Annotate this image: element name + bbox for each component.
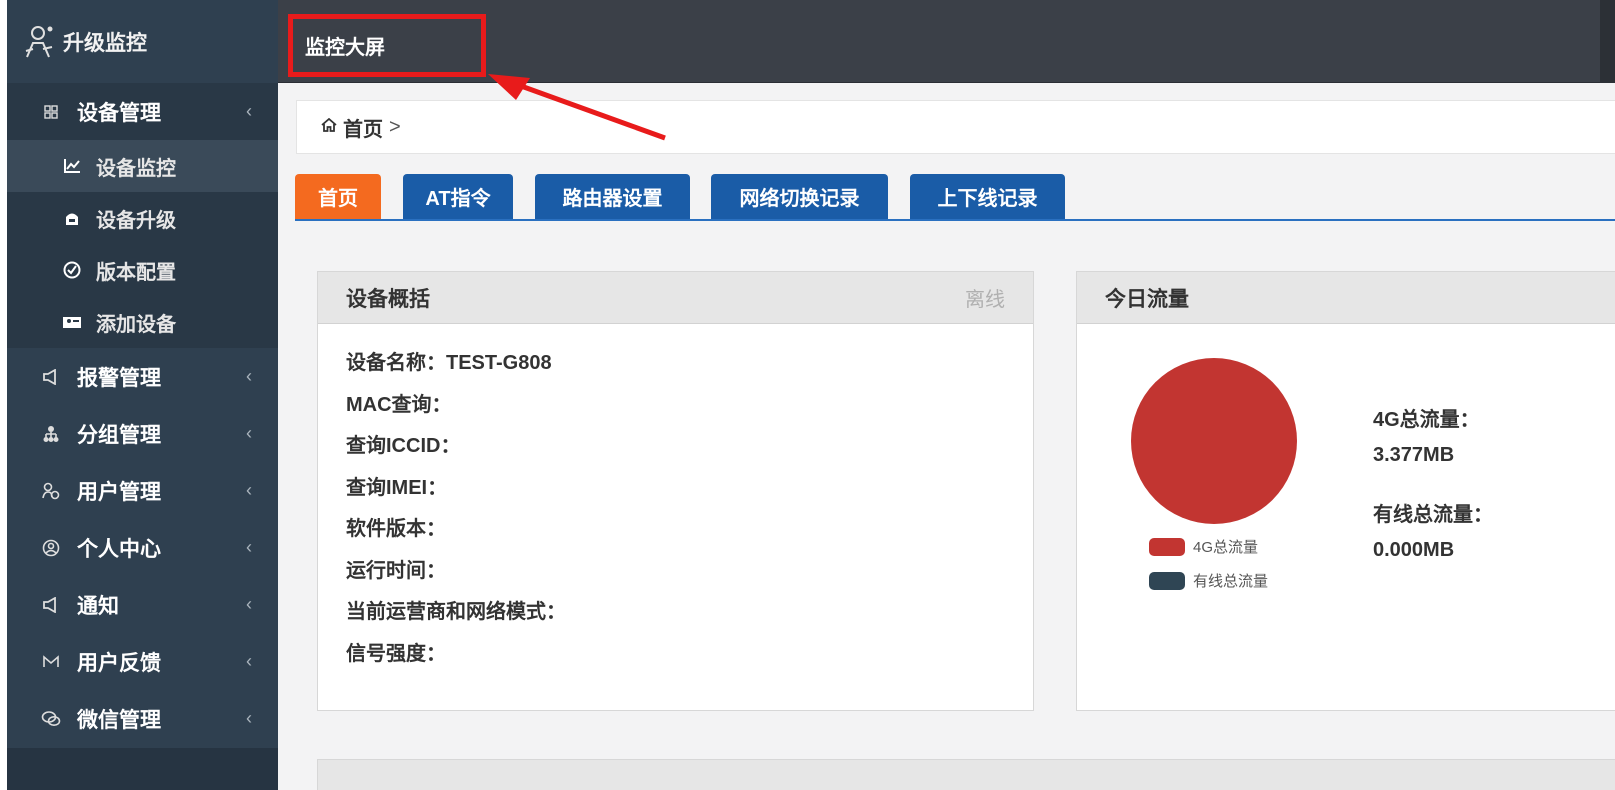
traffic-pie-chart[interactable]: [1129, 356, 1299, 526]
carrier-network-row: 当前运营商和网络模式：: [346, 601, 566, 623]
panel-header: 设备概括 离线: [318, 272, 1033, 324]
device-info-list: 设备名称：TEST-G808 MAC查询： 查询ICCID： 查询IMEI： 软…: [318, 324, 1033, 678]
monitor-person-icon: [21, 22, 61, 62]
sidebar-footer: [7, 748, 278, 790]
menu-label: 通知: [77, 594, 119, 618]
menu-group-management[interactable]: 分组管理 ‹: [7, 405, 278, 462]
user-circle-icon: [41, 539, 61, 557]
imei-row: 查询IMEI：: [346, 476, 448, 499]
legend-swatch: [1149, 571, 1185, 590]
status-badge: 离线: [965, 289, 1005, 311]
4g-traffic-value: 3.377MB: [1373, 444, 1455, 466]
tab-at-command[interactable]: AT指令: [403, 174, 513, 219]
line-chart-icon: [62, 158, 82, 174]
menu-notification[interactable]: 通知 ‹: [7, 576, 278, 633]
menu-label: 个人中心: [77, 537, 161, 561]
menu-wechat-management[interactable]: 微信管理 ‹: [7, 690, 278, 747]
wechat-icon: [41, 710, 61, 727]
submenu-version-config[interactable]: 版本配置: [7, 244, 278, 296]
next-panel-header: [317, 759, 1615, 790]
navbar-edge: [1600, 0, 1615, 83]
submenu-label: 设备升级: [96, 209, 176, 232]
legend-item-4g[interactable]: 4G总流量: [1149, 536, 1258, 557]
submenu-add-device[interactable]: 添加设备: [7, 296, 278, 348]
sidebar: 升级监控 设备管理 ‹ 设备监控 设备升级 版本配置 添加设备 报警管理 ‹ 分…: [7, 0, 278, 790]
menu-label: 微信管理: [77, 708, 161, 732]
wired-traffic-label: 有线总流量：: [1373, 504, 1493, 526]
submenu-label: 版本配置: [96, 261, 176, 284]
chevron-left-icon: ‹: [246, 366, 252, 386]
software-version-row: 软件版本：: [346, 518, 446, 540]
chevron-left-icon: ‹: [246, 423, 252, 443]
brand-title: 升级监控: [63, 31, 147, 55]
tab-network-switch-log[interactable]: 网络切换记录: [711, 174, 888, 219]
menu-label: 分组管理: [77, 423, 161, 447]
tab-router-settings[interactable]: 路由器设置: [535, 174, 690, 219]
menu-label: 用户管理: [77, 480, 161, 504]
mac-row: MAC查询：: [346, 393, 452, 416]
legend-swatch: [1149, 537, 1185, 556]
tab-online-offline-log[interactable]: 上下线记录: [910, 174, 1065, 219]
annotation-arrow-icon: [488, 74, 666, 141]
submenu-label: 设备监控: [96, 157, 176, 180]
menu-label: 设备管理: [77, 101, 161, 125]
sitemap-icon: [41, 425, 61, 443]
menu-label: 用户反馈: [77, 651, 161, 675]
tab-bar: 首页 AT指令 路由器设置 网络切换记录 上下线记录: [295, 174, 1615, 221]
chevron-left-icon: ‹: [246, 708, 252, 728]
device-overview-panel: 设备概括 离线 设备名称：TEST-G808 MAC查询： 查询ICCID： 查…: [317, 271, 1034, 711]
pie-slice-4g[interactable]: [1131, 358, 1297, 524]
signal-strength-row: 信号强度：: [346, 642, 446, 665]
breadcrumb-home[interactable]: 首页: [343, 113, 383, 142]
legend-item-wired[interactable]: 有线总流量: [1149, 570, 1268, 591]
chevron-left-icon: ‹: [246, 594, 252, 614]
menu-user-feedback[interactable]: 用户反馈 ‹: [7, 633, 278, 690]
chevron-left-icon: ‹: [246, 480, 252, 500]
iccid-row: 查询ICCID：: [346, 435, 461, 457]
chevron-left-icon: ‹: [246, 651, 252, 671]
submenu-device-upgrade[interactable]: 设备升级: [7, 192, 278, 244]
uptime-row: 运行时间：: [346, 559, 446, 582]
megaphone-icon: [41, 596, 61, 613]
upgrade-icon: [62, 209, 82, 227]
submenu-device-monitor[interactable]: 设备监控: [7, 140, 278, 192]
monitor-screen-link[interactable]: 监控大屏: [288, 14, 486, 77]
grid-icon: [41, 104, 61, 119]
user-group-icon: [41, 482, 61, 500]
4g-traffic-label: 4G总流量：: [1373, 409, 1480, 431]
top-navbar: 监控大屏: [278, 0, 1615, 83]
brand[interactable]: 升级监控: [7, 0, 278, 83]
device-name-row: 设备名称：TEST-G808: [346, 352, 552, 374]
wired-traffic-value: 0.000MB: [1373, 539, 1455, 561]
menu-label: 报警管理: [77, 366, 161, 390]
mail-icon: [41, 654, 61, 669]
menu-user-management[interactable]: 用户管理 ‹: [7, 462, 278, 519]
panel-title: 今日流量: [1105, 287, 1189, 311]
main-content: 首页 > 首页 AT指令 路由器设置 网络切换记录 上下线记录 设备概括 离线 …: [278, 83, 1615, 790]
today-traffic-panel: 今日流量 4G总流量 有线总流量 4G总流量： 3.377MB 有线总流量： 0…: [1076, 271, 1615, 711]
chevron-left-icon: ‹: [246, 101, 252, 121]
add-device-icon: [62, 315, 82, 329]
panel-header: 今日流量: [1077, 272, 1615, 324]
breadcrumb-separator: >: [389, 115, 401, 138]
menu-personal-center[interactable]: 个人中心 ‹: [7, 519, 278, 576]
home-icon: [321, 117, 337, 137]
submenu-label: 添加设备: [96, 313, 176, 336]
panel-title: 设备概括: [346, 287, 430, 311]
menu-device-management[interactable]: 设备管理 ‹: [7, 83, 278, 140]
menu-alarm-management[interactable]: 报警管理 ‹: [7, 348, 278, 405]
chevron-left-icon: ‹: [246, 537, 252, 557]
check-circle-icon: [62, 261, 82, 279]
tab-home[interactable]: 首页: [295, 174, 381, 219]
megaphone-icon: [41, 368, 61, 385]
legend-label: 4G总流量: [1193, 539, 1259, 556]
legend-label: 有线总流量: [1193, 573, 1269, 590]
